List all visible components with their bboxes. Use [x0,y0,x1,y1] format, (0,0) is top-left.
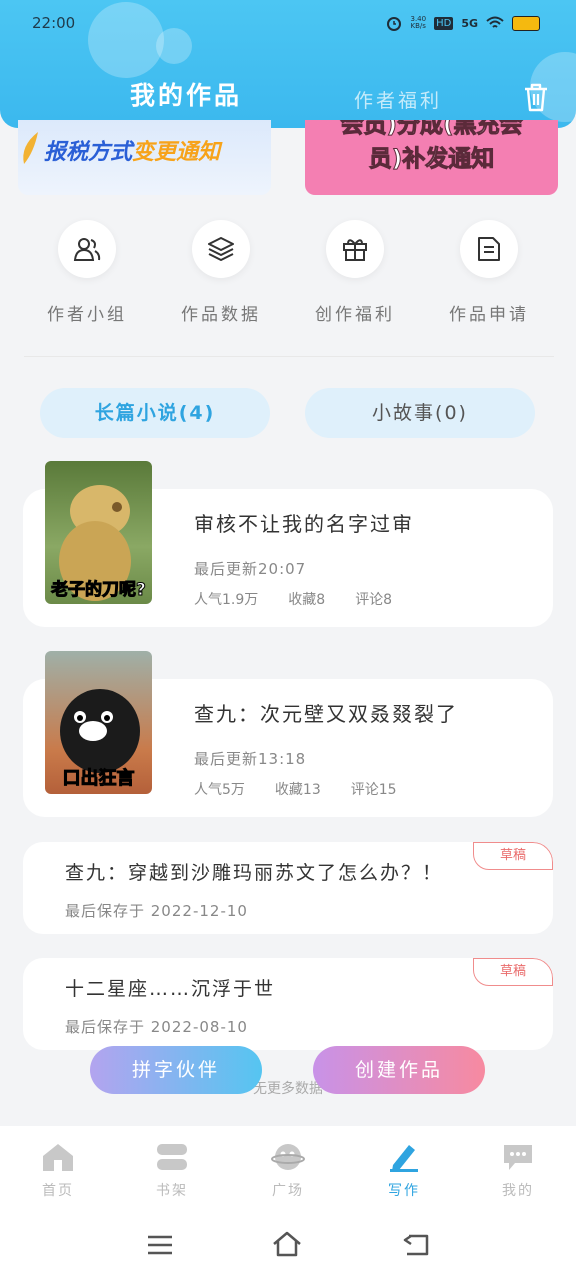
shortcut-work-data[interactable]: 作品数据 [171,220,271,325]
cover-caption: 口出狂言 [62,768,135,790]
home-icon [18,1140,98,1174]
planet-icon [248,1140,328,1174]
shortcut-author-group[interactable]: 作者小组 [37,220,137,325]
back-icon[interactable] [401,1232,431,1258]
banner-tax-title-b: 变更通知 [132,140,221,165]
shortcut-label: 作品申请 [449,305,529,325]
create-work-button[interactable]: 创建作品 [313,1046,485,1094]
banner-member-line1: 会员)分成(黑充会 [340,120,523,139]
layers-icon [192,220,250,278]
banner-member-title: 会员)分成(黑充会 员)补发通知 [305,120,558,176]
status-icons: 3.40 KB/s HD 5G [386,15,540,31]
decor-bubble [156,28,192,64]
gift-icon [326,220,384,278]
nav-home[interactable]: 首页 [18,1140,98,1200]
shortcut-creation-benefits[interactable]: 创作福利 [305,220,405,325]
cover-caption: 老子的刀呢? [51,580,147,601]
shortcut-label: 作品数据 [181,305,261,325]
no-more-data: 无更多数据 [253,1081,323,1097]
nav-mine[interactable]: 我的 [478,1140,558,1200]
battery-icon [512,15,540,31]
shortcut-label: 创作福利 [315,305,395,325]
menu-icon[interactable] [146,1234,174,1256]
tab-long-novel[interactable]: 长篇小说(4) [40,388,270,438]
hd-badge: HD [434,16,454,30]
work-favorites: 收藏8 [288,592,326,608]
draft-card[interactable]: 查九：穿越到沙雕玛丽苏文了怎么办？！ 最后保存于 2022-12-10 草稿 [23,842,553,934]
work-favorites: 收藏13 [274,782,321,798]
bookshelf-icon [132,1140,212,1174]
status-time: 22:00 [32,14,76,32]
shortcut-label: 作者小组 [47,305,127,325]
banner-tax-title: 报税方式变更通知 [44,134,220,166]
draft-saved: 最后保存于 2022-12-10 [65,902,248,920]
nav-label: 首页 [42,1183,74,1199]
tab-my-works[interactable]: 我的作品 [130,76,242,112]
nav-label: 书架 [156,1183,188,1199]
work-updated: 最后更新20:07 [194,560,307,578]
banner-member-notice[interactable]: 会员)分成(黑充会 员)补发通知 [305,120,558,195]
nav-label: 广场 [272,1183,304,1199]
signal-label: 5G [461,16,478,30]
draft-title: 查九：穿越到沙雕玛丽苏文了怎么办？！ [65,862,444,884]
work-stats: 人气5万 收藏13 评论15 [194,779,397,799]
chat-icon [478,1140,558,1174]
work-updated: 最后更新13:18 [194,750,307,768]
nav-write[interactable]: 写作 [364,1140,444,1200]
tab-short-story[interactable]: 小故事(0) [305,388,535,438]
trash-icon[interactable] [522,82,550,112]
home-system-icon[interactable] [271,1230,303,1258]
draft-badge: 草稿 [473,842,553,870]
wifi-icon [486,16,504,28]
work-cover[interactable]: 老子的刀呢? [45,461,152,604]
work-title: 查九：次元壁又双叒叕裂了 [194,702,458,726]
work-comments: 评论8 [355,592,393,608]
net-speed: 3.40 KB/s [410,15,427,30]
word-partner-button[interactable]: 拼字伙伴 [90,1046,262,1094]
work-popularity: 人气1.9万 [194,592,259,608]
people-icon [58,220,116,278]
draft-title: 十二星座……沉浮于世 [65,978,276,1000]
work-popularity: 人气5万 [194,782,245,798]
shortcut-work-application[interactable]: 作品申请 [439,220,539,325]
document-icon [460,220,518,278]
work-comments: 评论15 [350,782,397,798]
nav-label: 我的 [502,1183,534,1199]
banner-tax-notice[interactable]: 报税方式变更通知 [18,120,271,195]
work-title: 审核不让我的名字过审 [194,512,414,536]
feather-icon [23,132,38,164]
banner-tax-title-a: 报税方式 [44,140,133,165]
tab-author-benefits[interactable]: 作者福利 [354,86,442,113]
draft-badge: 草稿 [473,958,553,986]
nav-bookshelf[interactable]: 书架 [132,1140,212,1200]
banner-member-line2: 员)补发通知 [368,146,495,173]
decor-bubble [88,2,164,78]
nav-square[interactable]: 广场 [248,1140,328,1200]
nav-label: 写作 [388,1183,420,1199]
pen-icon [364,1140,444,1174]
draft-card[interactable]: 十二星座……沉浮于世 最后保存于 2022-08-10 草稿 [23,958,553,1050]
work-stats: 人气1.9万 收藏8 评论8 [194,589,392,609]
draft-saved: 最后保存于 2022-08-10 [65,1018,248,1036]
divider [24,356,554,357]
work-cover[interactable]: 口出狂言 [45,651,152,794]
alarm-icon [387,17,402,31]
